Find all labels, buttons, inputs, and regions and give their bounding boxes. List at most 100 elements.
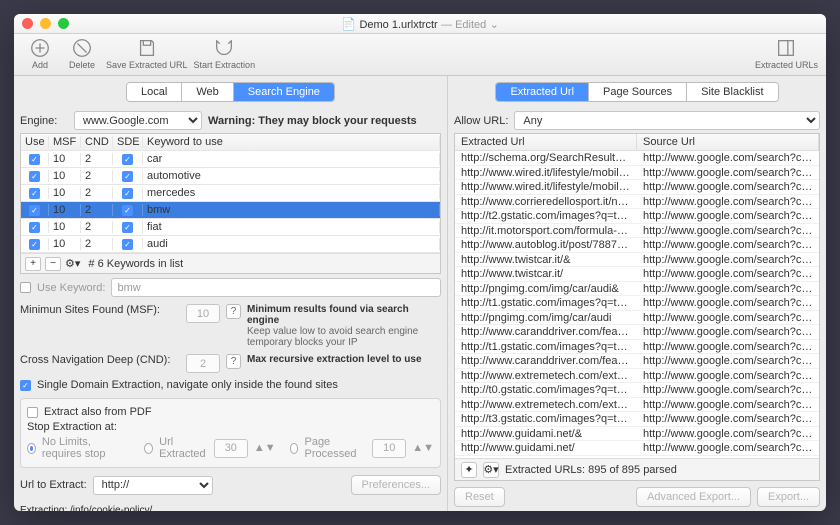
preferences-button[interactable]: Preferences... — [351, 475, 441, 495]
cnd-help: Max recursive extraction level to use — [247, 354, 422, 365]
row-use-checkbox[interactable] — [29, 222, 40, 233]
col-keyword[interactable]: Keyword to use — [143, 136, 440, 148]
table-row[interactable]: http://www.extremetech.com/extreme/...ht… — [455, 369, 819, 384]
col-sde[interactable]: SDE — [113, 136, 143, 148]
tab-web[interactable]: Web — [182, 83, 233, 101]
table-row[interactable]: 102fiat — [21, 219, 440, 236]
row-use-checkbox[interactable] — [29, 205, 40, 216]
tab-site-blacklist[interactable]: Site Blacklist — [687, 83, 777, 101]
tab-extracted-url[interactable]: Extracted Url — [496, 83, 589, 101]
radio-url-extracted[interactable] — [144, 443, 153, 454]
table-row[interactable]: http://t2.gstatic.com/images?q=tbn:A...h… — [455, 209, 819, 224]
msf-label: Minimun Sites Found (MSF): — [20, 304, 180, 316]
col-source-url[interactable]: Source Url — [637, 134, 819, 150]
sde-checkbox[interactable] — [20, 380, 31, 391]
help-icon[interactable]: ? — [226, 304, 241, 319]
titlebar[interactable]: 📄 Demo 1.urlxtrctr — Edited ⌄ — [14, 14, 826, 34]
gear-icon[interactable]: ⚙︎▾ — [65, 257, 80, 270]
use-keyword-input[interactable] — [111, 278, 441, 297]
row-use-checkbox[interactable] — [29, 239, 40, 250]
export-button[interactable]: Export... — [757, 487, 820, 507]
reset-button[interactable]: Reset — [454, 487, 505, 507]
keyword-footer: + − ⚙︎▾ # 6 Keywords in list — [21, 253, 440, 273]
table-row[interactable]: http://www.caranddriver.com/features/...… — [455, 354, 819, 369]
advanced-export-button[interactable]: Advanced Export... — [636, 487, 751, 507]
keyword-count: # 6 Keywords in list — [88, 258, 183, 270]
table-row[interactable]: http://t1.gstatic.com/images?q=tbn:AN...… — [455, 296, 819, 311]
save-button[interactable]: Save Extracted URL — [106, 37, 188, 70]
col-use[interactable]: Use — [21, 136, 49, 148]
remove-row-button[interactable]: − — [45, 257, 61, 271]
sde-label: Single Domain Extraction, navigate only … — [37, 379, 338, 391]
table-row[interactable]: http://www.guidami.net/&http://www.googl… — [455, 427, 819, 442]
right-tabs: Extracted Url Page Sources Site Blacklis… — [495, 82, 778, 102]
toolbar: Add Delete Save Extracted URL Start Extr… — [14, 34, 826, 76]
tab-local[interactable]: Local — [127, 83, 182, 101]
app-window: 📄 Demo 1.urlxtrctr — Edited ⌄ Add Delete… — [14, 14, 826, 511]
msf-help: Minimum results found via search engine — [247, 304, 441, 326]
results-menu-icon[interactable]: ✦ — [461, 462, 477, 478]
table-row[interactable]: 102mercedes — [21, 185, 440, 202]
table-row[interactable]: http://www.autoblog.it/post/788742/vol..… — [455, 238, 819, 253]
table-row[interactable]: 102audi — [21, 236, 440, 253]
add-row-button[interactable]: + — [25, 257, 41, 271]
tab-search-engine[interactable]: Search Engine — [234, 83, 334, 101]
col-extracted-url[interactable]: Extracted Url — [455, 134, 637, 150]
stop-at-label: Stop Extraction at: — [27, 421, 434, 433]
pdf-checkbox[interactable] — [27, 407, 38, 418]
results-table: Extracted Url Source Url http://schema.o… — [454, 133, 820, 481]
row-use-checkbox[interactable] — [29, 154, 40, 165]
table-row[interactable]: http://www.corrieredellosport.it/news/..… — [455, 195, 819, 210]
row-use-checkbox[interactable] — [29, 188, 40, 199]
row-sde-checkbox[interactable] — [122, 188, 133, 199]
table-row[interactable]: http://pngimg.com/img/car/audi&http://ww… — [455, 282, 819, 297]
row-sde-checkbox[interactable] — [122, 222, 133, 233]
row-sde-checkbox[interactable] — [122, 239, 133, 250]
table-row[interactable]: 102bmw — [21, 202, 440, 219]
row-sde-checkbox[interactable] — [122, 205, 133, 216]
add-button[interactable]: Add — [22, 37, 58, 70]
table-row[interactable]: http://it.motorsport.com/formula-e/new..… — [455, 224, 819, 239]
table-row[interactable]: http://t3.gstatic.com/images?q=tbn:AN...… — [455, 412, 819, 427]
url-extracted-input[interactable] — [214, 439, 248, 458]
table-row[interactable]: http://www.caranddriver.com/features/...… — [455, 325, 819, 340]
page-processed-input[interactable] — [372, 439, 406, 458]
table-row[interactable]: http://www.twistcar.it/http://www.google… — [455, 267, 819, 282]
engine-select[interactable]: www.Google.com — [74, 111, 202, 130]
col-msf[interactable]: MSF — [49, 136, 81, 148]
extracting-status: Extracting: /info/cookie-policy/ — [20, 504, 441, 511]
table-row[interactable]: http://www.extremetech.com/extreme/...ht… — [455, 398, 819, 413]
table-row[interactable]: http://www.wired.it/lifestyle/mobilita/2… — [455, 180, 819, 195]
url-input[interactable]: http:// — [93, 476, 213, 495]
msf-help2: Keep value low to avoid search engine te… — [247, 326, 441, 348]
col-cnd[interactable]: CND — [81, 136, 113, 148]
cnd-input[interactable] — [186, 354, 220, 373]
row-sde-checkbox[interactable] — [122, 154, 133, 165]
radio-no-limits[interactable] — [27, 443, 36, 454]
msf-input[interactable] — [186, 304, 220, 323]
table-row[interactable]: http://www.guidami.net/http://www.google… — [455, 441, 819, 456]
table-row[interactable]: http://www.wired.it/lifestyle/mobilita/2… — [455, 166, 819, 181]
allow-url-label: Allow URL: — [454, 115, 508, 127]
row-use-checkbox[interactable] — [29, 171, 40, 182]
tab-page-sources[interactable]: Page Sources — [589, 83, 687, 101]
left-pane: Local Web Search Engine Engine: www.Goog… — [14, 76, 448, 511]
use-keyword-checkbox[interactable] — [20, 282, 31, 293]
cnd-label: Cross Navigation Deep (CND): — [20, 354, 180, 366]
table-row[interactable]: http://pngimg.com/img/car/audihttp://www… — [455, 311, 819, 326]
window-title: 📄 Demo 1.urlxtrctr — Edited ⌄ — [14, 17, 826, 31]
table-row[interactable]: http://t1.gstatic.com/images?q=tbn:AN...… — [455, 340, 819, 355]
allow-url-select[interactable]: Any — [514, 111, 820, 130]
table-row[interactable]: http://www.twistcar.it/&http://www.googl… — [455, 253, 819, 268]
table-row[interactable]: http://schema.org/SearchResultsPagehttp:… — [455, 151, 819, 166]
results-gear-icon[interactable]: ⚙︎▾ — [483, 462, 499, 478]
row-sde-checkbox[interactable] — [122, 171, 133, 182]
help-icon[interactable]: ? — [226, 354, 241, 369]
extracted-urls-button[interactable]: Extracted URLs — [755, 37, 818, 70]
table-row[interactable]: http://t0.gstatic.com/images?q=tbn:A...h… — [455, 383, 819, 398]
table-row[interactable]: 102car — [21, 151, 440, 168]
delete-button[interactable]: Delete — [64, 37, 100, 70]
start-extraction-button[interactable]: Start Extraction — [194, 37, 256, 70]
radio-page-processed[interactable] — [290, 443, 299, 454]
table-row[interactable]: 102automotive — [21, 168, 440, 185]
